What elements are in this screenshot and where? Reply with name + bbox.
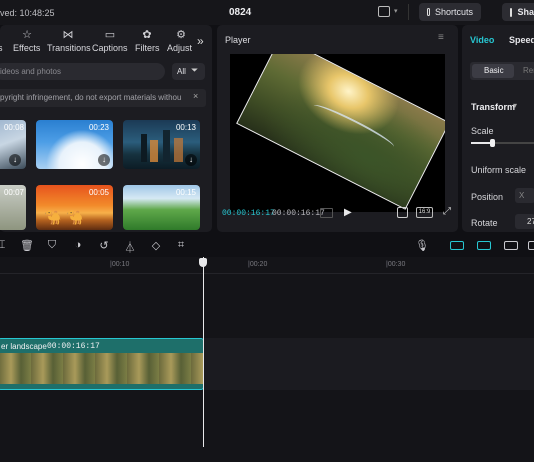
tab-adjust[interactable]: ⚙ Adjust bbox=[167, 28, 195, 53]
player-panel: Player ≡ 00:00:16:17 00:00:16:17 ▶ 16:9 … bbox=[217, 25, 458, 232]
playhead[interactable] bbox=[203, 257, 204, 447]
transform-heading: Transform bbox=[471, 102, 516, 112]
chevron-down-icon[interactable]: ▾ bbox=[394, 7, 398, 15]
tab-video[interactable]: Video bbox=[470, 35, 494, 45]
player-title: Player bbox=[225, 35, 251, 45]
transitions-icon: ⋈ bbox=[62, 29, 74, 41]
aspect-ratio-button[interactable]: 16:9 bbox=[416, 207, 433, 218]
crop-icon[interactable] bbox=[397, 207, 408, 218]
ruler-label: |00:10 bbox=[110, 261, 130, 268]
scale-slider[interactable] bbox=[471, 139, 534, 147]
scale-slider-fill bbox=[471, 142, 492, 144]
subtab-remove[interactable]: Rem bbox=[523, 66, 534, 75]
time-ruler[interactable]: |00:10 |00:20 |00:30 bbox=[0, 257, 534, 274]
video-clip[interactable]: er landscape 00:00:16:17 bbox=[0, 338, 204, 390]
current-time: 00:00:16:17 bbox=[222, 209, 275, 218]
flip-icon[interactable]: ⏃ bbox=[123, 239, 137, 255]
download-icon[interactable]: ↓ bbox=[9, 154, 21, 166]
filter-icon: ⏷ bbox=[191, 65, 199, 75]
shield-icon[interactable]: ⛉ bbox=[45, 239, 59, 252]
effects-star-icon: ☆ bbox=[22, 29, 32, 41]
shortcuts-button[interactable]: Shortcuts bbox=[419, 3, 481, 21]
clip-filmstrip bbox=[0, 353, 203, 384]
mirror-icon[interactable]: ◑ bbox=[71, 239, 85, 251]
close-icon[interactable]: × bbox=[193, 91, 198, 101]
scale-label: Scale bbox=[471, 126, 494, 136]
search-input[interactable]: ideos and photos bbox=[0, 63, 165, 80]
tab-filters[interactable]: ✿ Filters bbox=[135, 28, 160, 53]
clip-duration: 00:00:16:17 bbox=[47, 342, 100, 351]
video-frame[interactable] bbox=[236, 54, 445, 210]
tab-transitions[interactable]: ⋈ Transitions bbox=[47, 28, 91, 53]
ruler-label: |00:20 bbox=[248, 261, 268, 268]
media-thumb[interactable]: 00:23 ↓ bbox=[36, 120, 113, 169]
reverse-icon[interactable]: ↺ bbox=[97, 239, 111, 252]
video-viewport[interactable] bbox=[230, 54, 445, 212]
more-tabs-icon[interactable]: » bbox=[197, 34, 204, 48]
media-thumb[interactable]: 00:08 ↓ bbox=[0, 120, 26, 169]
rotate-label: Rotate bbox=[471, 218, 498, 228]
clip-name: er landscape bbox=[1, 342, 47, 351]
grid-icon[interactable] bbox=[320, 208, 333, 218]
total-time: 00:00:16:17 bbox=[272, 209, 325, 218]
media-thumb[interactable]: 00:15 bbox=[123, 185, 200, 230]
media-thumb[interactable]: 🐪 🐪 00:05 bbox=[36, 185, 113, 230]
preview-icon[interactable] bbox=[528, 241, 534, 250]
subtab-basic[interactable]: Basic bbox=[472, 64, 514, 78]
delete-icon[interactable]: 🗑 bbox=[20, 239, 34, 252]
tab-media[interactable]: s bbox=[0, 28, 8, 53]
menu-icon[interactable]: ≡ bbox=[438, 32, 444, 43]
tab-captions[interactable]: ▭ Captions bbox=[92, 28, 128, 53]
rotate-input[interactable]: 27 bbox=[515, 214, 534, 229]
ruler-label: |00:30 bbox=[386, 261, 406, 268]
properties-panel: Video Speed Basic Rem Transform ▾ Scale … bbox=[462, 25, 534, 232]
uniform-scale-label: Uniform scale bbox=[471, 165, 527, 175]
tab-speed[interactable]: Speed bbox=[509, 35, 534, 45]
position-label: Position bbox=[471, 192, 504, 202]
timeline-area[interactable]: |00:10 |00:20 |00:30 er landscape 00:00:… bbox=[0, 257, 534, 462]
media-thumb[interactable]: 00:13 ↓ bbox=[123, 120, 200, 169]
playhead-handle[interactable] bbox=[199, 258, 207, 267]
crop-icon[interactable]: ⌗ bbox=[174, 239, 188, 252]
layout-icon[interactable] bbox=[378, 6, 390, 17]
media-thumb[interactable]: 00:07 bbox=[0, 185, 26, 230]
microphone-icon[interactable]: 🎙 bbox=[415, 239, 429, 252]
timeline-toolbar: ⌶ 🗑 ⛉ ◑ ↺ ⏃ ◇ ⌗ 🎙 bbox=[0, 235, 534, 257]
tab-effects[interactable]: ☆ Effects bbox=[13, 28, 41, 53]
autosave-status: ved: 10:48:25 bbox=[0, 8, 55, 18]
track-empty bbox=[204, 338, 534, 390]
copyright-notice: pyright infringement, do not export mate… bbox=[0, 89, 206, 107]
rotate-icon[interactable]: ◇ bbox=[149, 239, 163, 252]
media-tabs: s ☆ Effects ⋈ Transitions ▭ Captions ✿ F… bbox=[0, 25, 212, 57]
position-x-input[interactable]: X bbox=[515, 188, 534, 203]
download-icon[interactable]: ↓ bbox=[185, 154, 197, 166]
chevron-down-icon[interactable]: ▾ bbox=[513, 101, 517, 110]
play-button[interactable]: ▶ bbox=[344, 207, 352, 218]
download-icon[interactable]: ↓ bbox=[98, 154, 110, 166]
media-panel: s ☆ Effects ⋈ Transitions ▭ Captions ✿ F… bbox=[0, 25, 212, 232]
magnet-icon[interactable] bbox=[477, 241, 491, 250]
link-icon[interactable] bbox=[450, 241, 464, 250]
river bbox=[310, 100, 397, 152]
share-button[interactable]: Sha bbox=[502, 3, 534, 21]
share-icon bbox=[510, 7, 513, 17]
filters-icon: ✿ bbox=[142, 29, 152, 41]
top-bar: ved: 10:48:25 0824 ▾ Shortcuts Sha bbox=[0, 0, 534, 25]
media-icon bbox=[0, 28, 8, 40]
project-title[interactable]: 0824 bbox=[229, 7, 251, 18]
filter-dropdown[interactable]: All ⏷ bbox=[172, 63, 205, 80]
keyboard-icon bbox=[427, 8, 430, 16]
snap-icon[interactable] bbox=[504, 241, 518, 250]
split-icon[interactable]: ⌶ bbox=[0, 239, 9, 252]
adjust-icon: ⚙ bbox=[176, 29, 186, 41]
subtab-bar: Basic Rem bbox=[470, 62, 534, 80]
scale-slider-handle[interactable] bbox=[489, 139, 495, 147]
fullscreen-icon[interactable]: ⤢ bbox=[443, 206, 451, 217]
captions-icon: ▭ bbox=[104, 29, 116, 41]
